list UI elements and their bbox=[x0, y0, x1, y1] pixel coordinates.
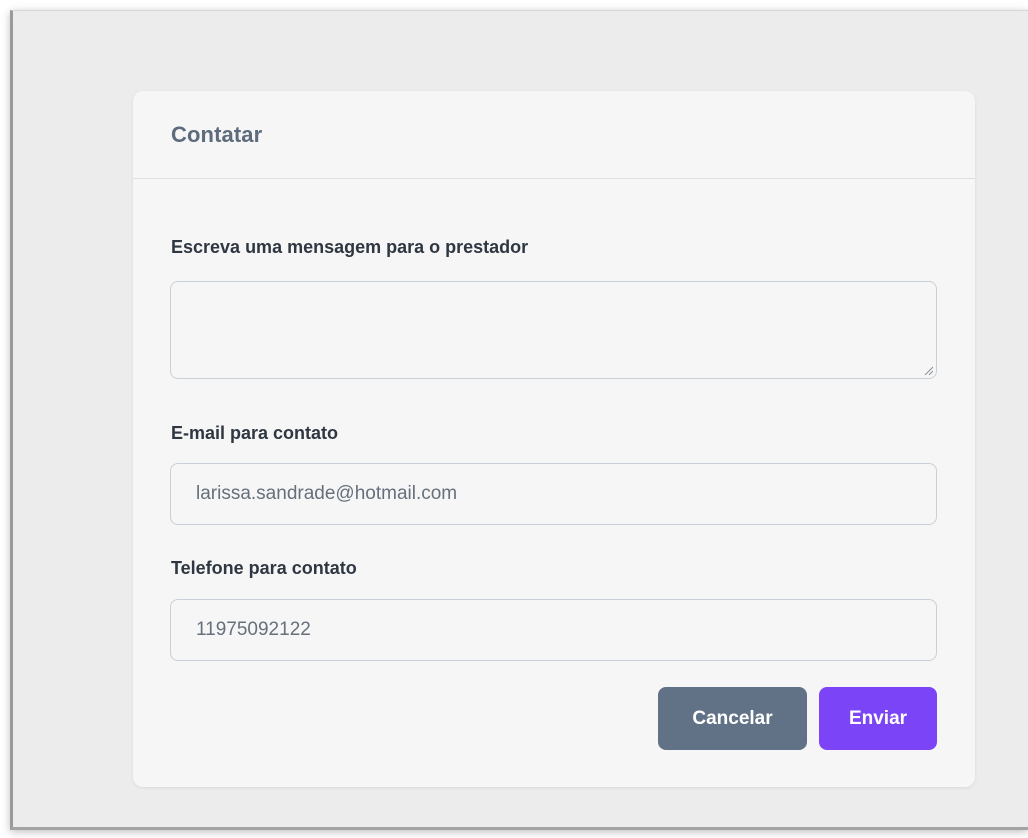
email-field[interactable]: larissa.sandrade@hotmail.com bbox=[170, 463, 937, 525]
phone-field[interactable]: 11975092122 bbox=[170, 599, 937, 661]
message-textarea[interactable] bbox=[170, 281, 937, 379]
phone-label: Telefone para contato bbox=[171, 558, 357, 578]
dialog-title: Contatar bbox=[171, 121, 263, 147]
send-button-label: Enviar bbox=[848, 707, 908, 729]
resize-handle-icon[interactable] bbox=[923, 365, 933, 375]
message-label: Escreva uma mensagem para o prestador bbox=[171, 237, 529, 257]
send-button[interactable]: Enviar bbox=[819, 687, 937, 750]
email-value: larissa.sandrade@hotmail.com bbox=[196, 483, 458, 504]
dialog-header: Contatar bbox=[133, 91, 975, 179]
cancel-button[interactable]: Cancelar bbox=[658, 687, 807, 750]
phone-value: 11975092122 bbox=[196, 619, 311, 640]
window-frame: Contatar Escreva uma mensagem para o pre… bbox=[10, 10, 1028, 830]
contact-dialog: Contatar Escreva uma mensagem para o pre… bbox=[133, 91, 975, 787]
cancel-button-label: Cancelar bbox=[692, 707, 773, 729]
email-label: E-mail para contato bbox=[171, 423, 339, 443]
